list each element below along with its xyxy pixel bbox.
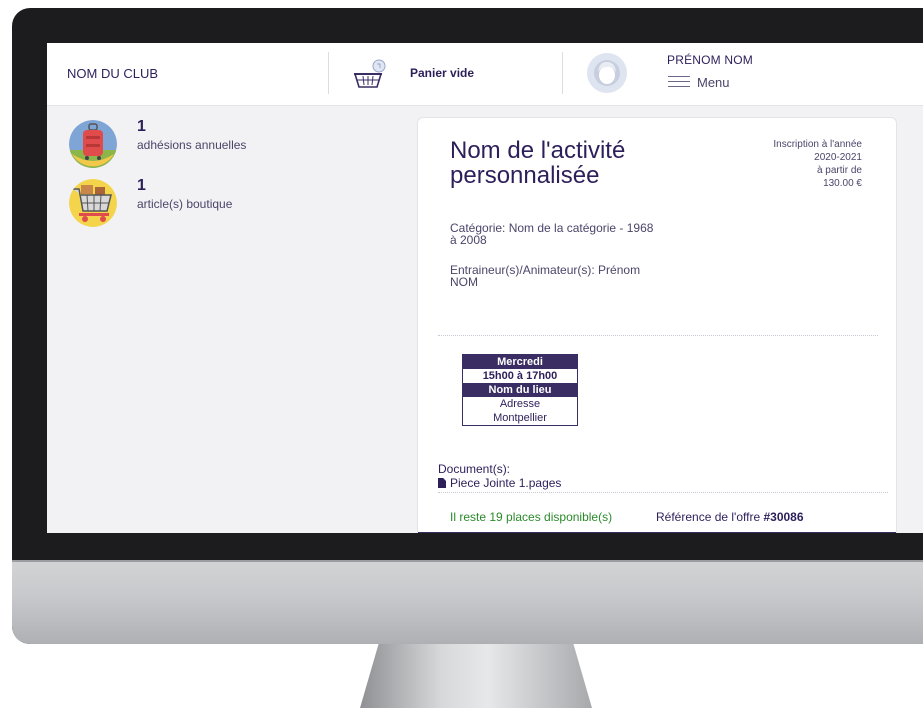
shopping-cart-icon — [69, 179, 117, 227]
top-bar: NOM DU CLUB Panier vide PRÉNOM NOM Menu — [47, 43, 923, 106]
activity-coaches: Entraineur(s)/Animateur(s): Prénom NOM — [450, 263, 641, 289]
offer-reference-label: Référence de l'offre — [656, 510, 761, 524]
stat-label: adhésions annuelles — [137, 138, 247, 152]
schedule-table: Mercredi 15h00 à 17h00 Nom du lieu Adres… — [462, 354, 578, 426]
avatar[interactable] — [587, 53, 627, 93]
activity-title: Nom de l'activité personnalisée — [450, 137, 626, 189]
card-footer-bar — [418, 532, 896, 533]
divider — [438, 492, 888, 493]
schedule-hours: 15h00 à 17h00 — [463, 369, 577, 383]
file-icon — [438, 478, 446, 488]
hamburger-menu-icon[interactable] — [668, 76, 690, 90]
documents-section: Document(s): Piece Jointe 1.pages — [438, 462, 561, 490]
documents-label: Document(s): — [438, 462, 511, 476]
divider — [438, 335, 878, 336]
schedule-place: Nom du lieu — [463, 383, 577, 397]
stat-label: article(s) boutique — [137, 197, 233, 211]
menu-button[interactable]: Menu — [697, 75, 730, 90]
screen: NOM DU CLUB Panier vide PRÉNOM NOM Menu — [47, 43, 923, 533]
stat-memberships[interactable]: 1 adhésions annuelles — [69, 118, 369, 180]
stat-shop-articles[interactable]: 1 article(s) boutique — [69, 177, 369, 239]
document-link[interactable]: Piece Jointe 1.pages — [438, 476, 561, 490]
schedule-city: Montpellier — [463, 411, 577, 425]
offer-reference: Référence de l'offre #30086 — [656, 510, 804, 524]
price-line: 2020-2021 — [814, 152, 862, 163]
stat-count: 1 — [137, 118, 146, 135]
schedule-address: Adresse — [463, 397, 577, 411]
activity-category: Catégorie: Nom de la catégorie - 1968 à … — [450, 221, 654, 247]
monitor-chin — [12, 560, 923, 644]
remaining-places: Il reste 19 places disponible(s) — [450, 510, 613, 524]
cart-status[interactable]: Panier vide — [410, 66, 474, 80]
price-line: Inscription à l'année — [773, 139, 862, 150]
stat-count: 1 — [137, 177, 146, 194]
schedule-day: Mercredi — [463, 355, 577, 369]
activity-card[interactable]: Nom de l'activité personnalisée Catégori… — [417, 117, 897, 533]
club-name[interactable]: NOM DU CLUB — [67, 66, 158, 81]
monitor-stand — [360, 644, 592, 708]
price-amount: 130.00 € — [823, 178, 862, 189]
document-name[interactable]: Piece Jointe 1.pages — [450, 476, 561, 490]
price-line: à partir de — [816, 165, 862, 176]
divider — [328, 52, 329, 94]
divider — [562, 52, 563, 94]
luggage-icon — [69, 120, 117, 168]
offer-reference-number: #30086 — [763, 510, 804, 524]
user-name[interactable]: PRÉNOM NOM — [667, 53, 753, 67]
basket-icon[interactable] — [353, 57, 389, 91]
price-info: Inscription à l'année 2020-2021 à partir… — [702, 138, 862, 190]
